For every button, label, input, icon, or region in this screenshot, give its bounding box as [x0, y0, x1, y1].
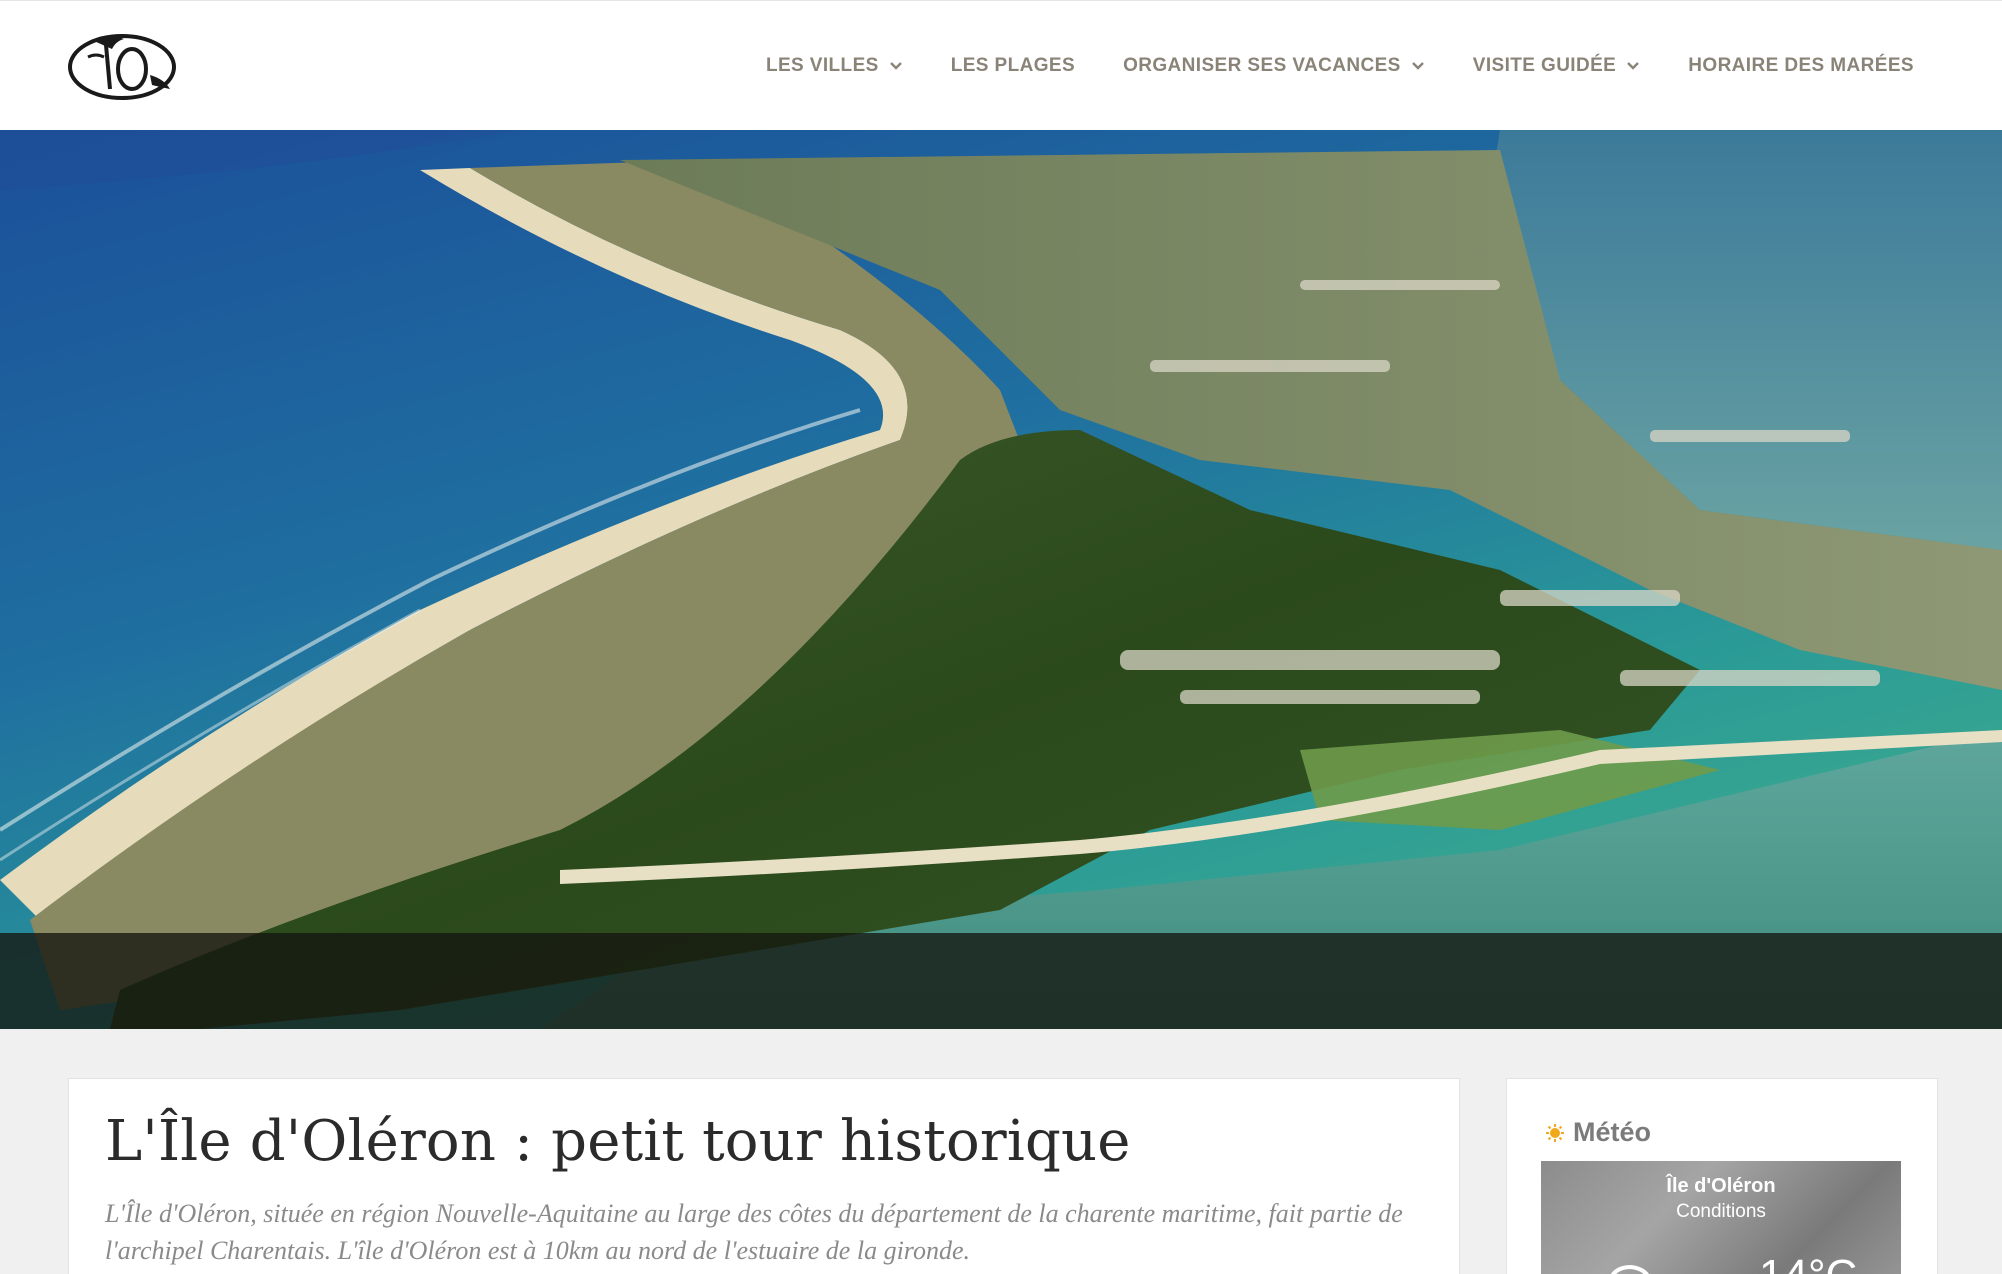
site-header: LES VILLES LES PLAGES ORGANISER SES VACA… — [0, 0, 2002, 130]
nav-item-label: LES PLAGES — [950, 55, 1076, 76]
main-nav: LES VILLES LES PLAGES ORGANISER SES VACA… — [718, 1, 1914, 131]
hero-overlay-band — [0, 933, 2002, 1029]
chevron-down-icon — [1411, 62, 1424, 70]
nav-item-visite-guidee[interactable]: VISITE GUIDÉE — [1473, 55, 1641, 77]
nav-item-label: LES VILLES — [765, 55, 879, 76]
nav-item-label: VISITE GUIDÉE — [1472, 55, 1617, 76]
hero-image — [0, 130, 2002, 1029]
weather-conditions: Conditions — [1676, 1201, 1766, 1222]
site-logo[interactable] — [66, 27, 180, 105]
island-aerial-image — [0, 130, 2002, 1029]
article-excerpt: L'Île d'Oléron, située en région Nouvell… — [105, 1199, 1403, 1265]
nav-item-horaire-des-marees[interactable]: HORAIRE DES MARÉES — [1688, 55, 1914, 77]
nav-item-les-villes[interactable]: LES VILLES — [766, 55, 903, 77]
widget-title-label: Météo — [1573, 1117, 1652, 1147]
sidebar-weather-widget: Météo Île d'Oléron Conditions 14°C — [1506, 1078, 1938, 1274]
widget-title: Météo — [1545, 1117, 1651, 1148]
article-card: L'Île d'Oléron : petit tour historique L… — [68, 1078, 1460, 1274]
logo-icon — [68, 34, 176, 100]
sun-icon — [1546, 1123, 1564, 1142]
nav-item-les-plages[interactable]: LES PLAGES — [951, 55, 1075, 77]
chevron-down-icon — [1627, 62, 1640, 70]
nav-item-label: ORGANISER SES VACANCES — [1123, 55, 1401, 76]
cloud-icon — [1610, 1264, 1650, 1274]
nav-item-organiser-ses-vacances[interactable]: ORGANISER SES VACANCES — [1123, 55, 1425, 77]
nav-item-label: HORAIRE DES MARÉES — [1688, 55, 1914, 76]
weather-location: Île d'Oléron — [1666, 1175, 1776, 1197]
chevron-down-icon — [889, 62, 902, 70]
weather-temperature: 14°C — [1759, 1251, 1857, 1274]
article-title[interactable]: L'Île d'Oléron : petit tour historique — [105, 1109, 1131, 1174]
weather-panel[interactable]: Île d'Oléron Conditions 14°C — [1541, 1161, 1901, 1274]
